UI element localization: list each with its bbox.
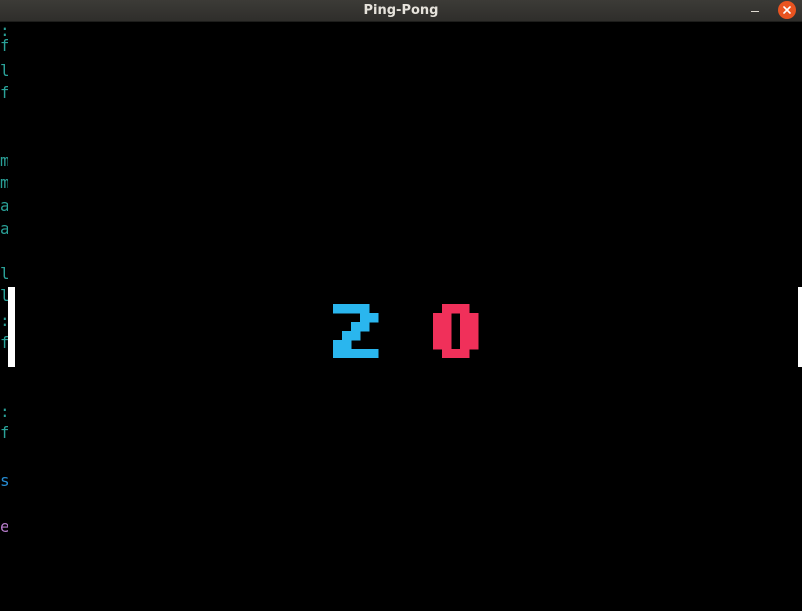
terminal-char: l [0, 61, 8, 80]
right-paddle [798, 287, 802, 367]
left-score-pixel [351, 322, 361, 332]
right-score-pixel [460, 349, 470, 358]
terminal-char: : [0, 403, 8, 421]
right-score-pixel [469, 340, 479, 350]
right-score-pixel [433, 322, 443, 332]
left-score-pixel [333, 349, 343, 358]
left-score-pixel [333, 340, 343, 350]
window-title: Ping-Pong [363, 3, 439, 18]
left-score-pixel [360, 313, 370, 323]
left-score-pixel [342, 331, 352, 341]
right-score-pixel [442, 322, 452, 332]
left-score-pixel [369, 313, 379, 323]
minimize-icon [751, 11, 759, 12]
right-score-pixel [460, 313, 470, 323]
terminal-char: l [0, 286, 8, 305]
right-score: 0 [433, 304, 479, 358]
right-score-pixel [460, 340, 470, 350]
left-score-pixel [351, 304, 361, 314]
terminal-char: f [0, 83, 8, 102]
left-score-pixel [360, 349, 370, 358]
left-score-pixel [342, 304, 352, 314]
left-score-digit: 2 [333, 304, 379, 358]
left-score-pixel [342, 340, 352, 350]
right-score-pixel [442, 313, 452, 323]
left-score-pixel [369, 349, 379, 358]
right-score-pixel [433, 340, 443, 350]
right-score-pixel [442, 304, 452, 314]
terminal-char: m [0, 151, 8, 170]
left-score-pixel [333, 304, 343, 314]
left-score-pixel [360, 304, 370, 314]
left-score-pixel [342, 349, 352, 358]
left-score: 2 [333, 304, 379, 358]
right-score-pixel [469, 331, 479, 341]
left-score-pixel [360, 322, 370, 332]
right-score-pixel [451, 349, 461, 358]
terminal-char: e [0, 517, 8, 536]
right-score-pixel [442, 349, 452, 358]
right-score-pixel [460, 331, 470, 341]
left-score-pixel [351, 349, 361, 358]
minimize-button[interactable] [746, 0, 764, 21]
terminal-char: s [0, 471, 8, 490]
right-score-digit: 0 [433, 304, 479, 358]
right-score-pixel [460, 304, 470, 314]
right-score-pixel [469, 322, 479, 332]
close-icon [783, 6, 791, 14]
terminal-char: a [0, 219, 8, 238]
right-score-pixel [442, 331, 452, 341]
close-button[interactable] [778, 1, 796, 19]
right-score-pixel [442, 340, 452, 350]
background-terminal-edge: :flfmmaall:f:fse [0, 22, 8, 611]
right-score-pixel [460, 322, 470, 332]
game-canvas: 2 0 [0, 22, 802, 611]
right-score-pixel [469, 313, 479, 323]
right-score-pixel [433, 331, 443, 341]
game-window: Ping-Pong 2 0 :flfmmaall:f:fse [0, 0, 802, 611]
right-score-pixel [451, 304, 461, 314]
terminal-char: a [0, 196, 8, 215]
terminal-char: l [0, 264, 8, 283]
right-score-pixel [433, 313, 443, 323]
title-bar[interactable]: Ping-Pong [0, 0, 802, 22]
left-paddle [8, 287, 15, 367]
terminal-char: f [0, 423, 8, 442]
left-score-pixel [351, 331, 361, 341]
terminal-char: m [0, 173, 8, 192]
terminal-char: f [0, 36, 8, 55]
terminal-char: f [0, 333, 8, 352]
terminal-char: : [0, 312, 8, 330]
